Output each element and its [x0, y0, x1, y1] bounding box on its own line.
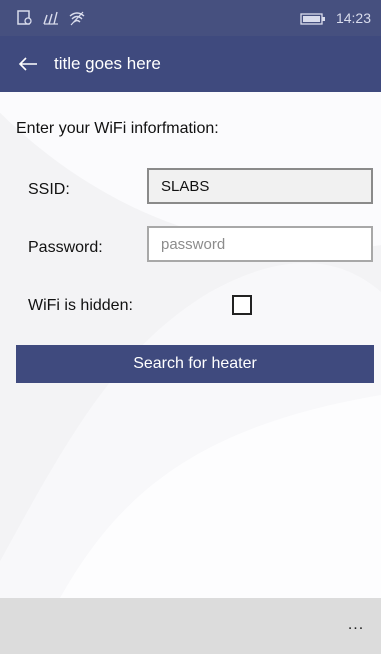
ssid-label: SSID: — [28, 181, 70, 198]
form-heading: Enter your WiFi inforfmation: — [16, 120, 219, 137]
wifi-hidden-label: WiFi is hidden: — [28, 297, 133, 314]
wifi-hidden-checkbox[interactable] — [232, 295, 252, 315]
signal-icon — [42, 10, 60, 26]
status-time: 14:23 — [335, 10, 371, 26]
password-label: Password: — [28, 239, 103, 256]
more-options-button[interactable]: ... — [341, 610, 371, 640]
title-bar: title goes here — [0, 36, 381, 92]
password-input[interactable] — [147, 226, 373, 262]
notification-icon — [16, 10, 34, 26]
app-bar: ... — [0, 598, 381, 654]
app-window: 14:23 title goes here Enter your WiFi in… — [0, 0, 381, 654]
status-icons — [16, 8, 86, 28]
wifi-icon — [68, 10, 86, 26]
wifi-form: Enter your WiFi inforfmation: SSID: Pass… — [0, 92, 381, 598]
battery-icon — [300, 12, 326, 25]
page-title: title goes here — [54, 54, 161, 73]
status-bar: 14:23 — [0, 0, 381, 36]
ssid-input[interactable] — [147, 168, 373, 204]
status-right: 14:23 — [300, 8, 371, 28]
back-arrow-icon[interactable] — [6, 42, 50, 86]
search-heater-button[interactable]: Search for heater — [16, 345, 374, 383]
